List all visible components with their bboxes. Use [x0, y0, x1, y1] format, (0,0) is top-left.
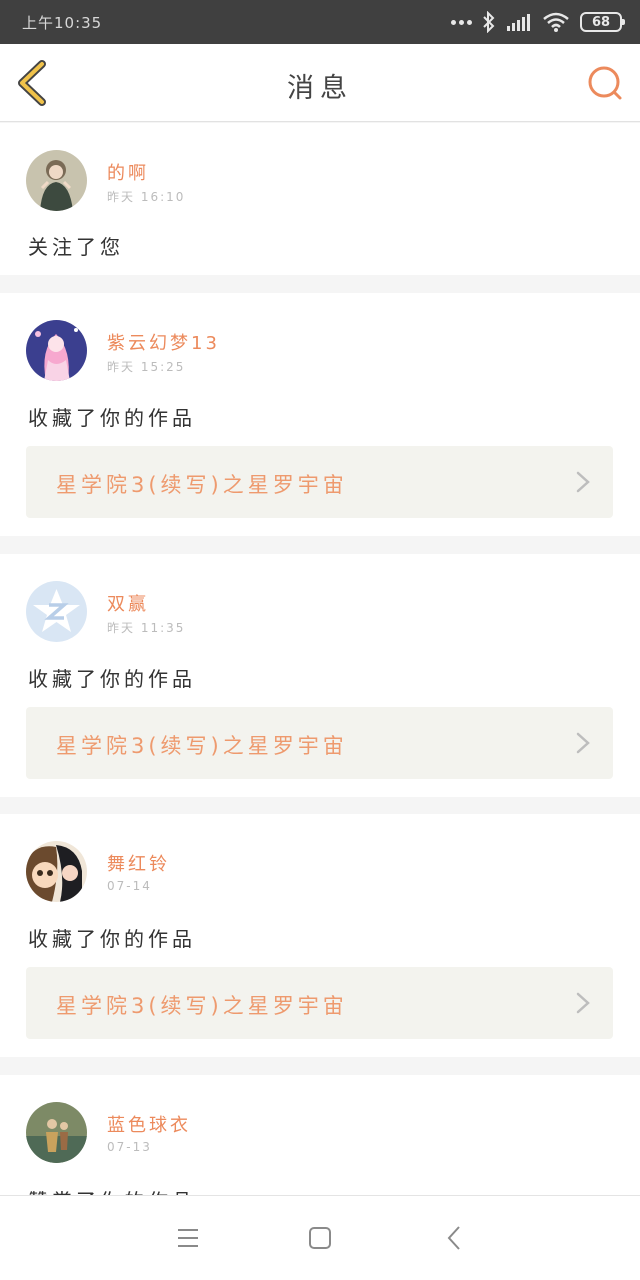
work-link[interactable]: 星学院3(续写)之星罗宇宙	[26, 707, 613, 779]
message-card: 蓝色球衣 07-13 赞赏了你的作品	[0, 1075, 640, 1195]
action-text: 收藏了你的作品	[28, 927, 196, 951]
header-bar: 消息	[0, 44, 640, 122]
work-title: 星学院3(续写)之星罗宇宙	[56, 734, 348, 758]
action-text: 关注了您	[28, 235, 124, 259]
bluetooth-icon	[483, 11, 495, 33]
search-icon[interactable]	[586, 64, 624, 102]
username[interactable]: 蓝色球衣	[107, 1111, 191, 1137]
timestamp: 07-13	[107, 1140, 152, 1154]
action-text: 赞赏了你的作品	[28, 1185, 196, 1195]
message-card: 舞红铃 07-14 收藏了你的作品 星学院3(续写)之星罗宇宙	[0, 814, 640, 1057]
status-icons: 68	[451, 10, 625, 34]
message-card: 的啊 昨天 16:10 关注了您	[0, 123, 640, 275]
signal-icon	[507, 14, 530, 31]
action-text: 收藏了你的作品	[28, 667, 196, 691]
avatar[interactable]	[26, 320, 87, 381]
work-title: 星学院3(续写)之星罗宇宙	[56, 473, 348, 497]
timestamp: 昨天 16:10	[107, 190, 186, 204]
more-dots-icon	[451, 19, 472, 25]
work-title: 星学院3(续写)之星罗宇宙	[56, 994, 348, 1018]
timestamp: 07-14	[107, 879, 152, 893]
back-icon[interactable]	[440, 1224, 470, 1252]
chevron-right-icon	[576, 992, 590, 1014]
status-bar: 上午10:35 68	[0, 0, 640, 44]
home-icon[interactable]	[305, 1224, 335, 1252]
message-feed[interactable]: 的啊 昨天 16:10 关注了您 紫云幻梦13 昨天 15:25 收藏了你的作品…	[0, 123, 640, 1195]
username[interactable]: 紫云幻梦13	[107, 329, 220, 355]
timestamp: 昨天 15:25	[107, 360, 186, 374]
page-title: 消息	[287, 73, 353, 104]
avatar[interactable]	[26, 150, 87, 211]
action-text: 收藏了你的作品	[28, 406, 196, 430]
avatar[interactable]	[26, 841, 87, 902]
avatar[interactable]	[26, 581, 87, 642]
message-card: 双赢 昨天 11:35 收藏了你的作品 星学院3(续写)之星罗宇宙	[0, 554, 640, 797]
work-link[interactable]: 星学院3(续写)之星罗宇宙	[26, 967, 613, 1039]
work-link[interactable]: 星学院3(续写)之星罗宇宙	[26, 446, 613, 518]
chevron-right-icon	[576, 732, 590, 754]
wifi-icon	[543, 12, 569, 32]
username[interactable]: 舞红铃	[107, 850, 170, 876]
menu-icon[interactable]	[173, 1224, 203, 1252]
username[interactable]: 双赢	[107, 590, 149, 616]
status-time: 上午10:35	[22, 14, 103, 32]
chevron-right-icon	[576, 471, 590, 493]
timestamp: 昨天 11:35	[107, 621, 186, 635]
username[interactable]: 的啊	[107, 159, 149, 185]
battery-indicator: 68	[580, 12, 625, 32]
message-card: 紫云幻梦13 昨天 15:25 收藏了你的作品 星学院3(续写)之星罗宇宙	[0, 293, 640, 536]
system-nav-bar	[0, 1195, 640, 1280]
avatar[interactable]	[26, 1102, 87, 1163]
